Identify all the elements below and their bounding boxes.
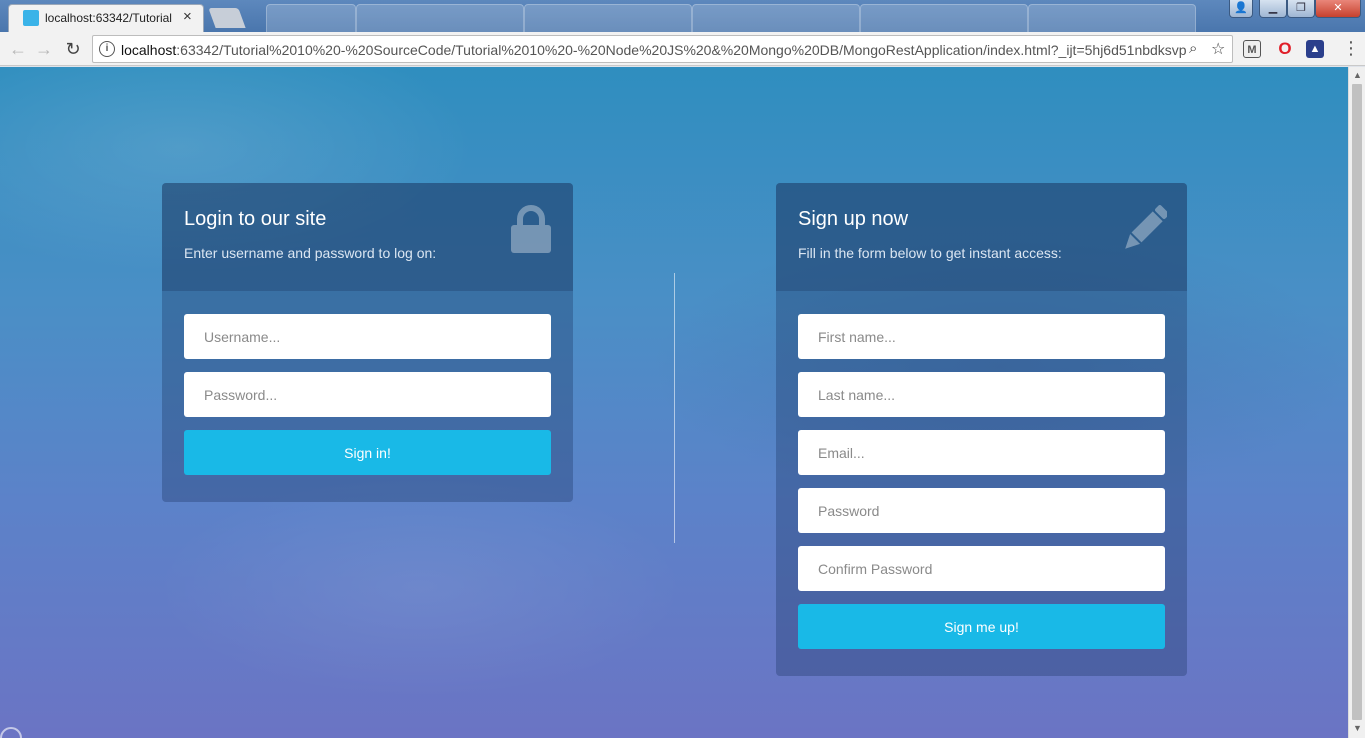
sign-up-button[interactable]: Sign me up! bbox=[798, 604, 1165, 649]
reload-button[interactable]: ↻ bbox=[60, 36, 86, 62]
browser-tab-background[interactable] bbox=[266, 4, 356, 32]
signup-password-input[interactable] bbox=[798, 488, 1165, 533]
email-input[interactable] bbox=[798, 430, 1165, 475]
browser-toolbar: ← → ↻ i localhost:63342/Tutorial%2010%20… bbox=[0, 32, 1365, 66]
scroll-up-icon[interactable]: ▲ bbox=[1353, 70, 1362, 80]
maximize-button[interactable]: ❐ bbox=[1287, 0, 1315, 18]
tab-close-icon[interactable]: × bbox=[183, 8, 192, 26]
bookmark-star-icon[interactable]: ☆ bbox=[1211, 39, 1225, 59]
username-input[interactable] bbox=[184, 314, 551, 359]
url-host: localhost bbox=[121, 42, 177, 58]
signup-subtitle: Fill in the form below to get instant ac… bbox=[798, 245, 1062, 261]
url-path: :63342/Tutorial%2010%20-%20SourceCode/Tu… bbox=[176, 42, 1186, 58]
profile-icon[interactable]: 👤 bbox=[1229, 0, 1253, 18]
login-title: Login to our site bbox=[184, 208, 327, 230]
scrollbar-thumb[interactable] bbox=[1352, 84, 1362, 720]
login-form-body: Sign in! bbox=[162, 291, 573, 502]
tab-title: localhost:63342/Tutorial bbox=[45, 11, 172, 25]
lock-icon bbox=[511, 205, 551, 253]
browser-tabstrip: localhost:63342/Tutorial × 👤 ▁ ❐ ✕ bbox=[0, 0, 1365, 32]
browser-tab-active[interactable]: localhost:63342/Tutorial × bbox=[8, 4, 204, 32]
address-bar[interactable]: i localhost:63342/Tutorial%2010%20-%20So… bbox=[92, 35, 1233, 63]
extension-icon[interactable]: ▲ bbox=[1306, 40, 1324, 58]
favicon-icon bbox=[23, 10, 39, 26]
browser-menu-icon[interactable]: ⋮ bbox=[1342, 38, 1360, 59]
login-subtitle: Enter username and password to log on: bbox=[184, 245, 437, 261]
signup-form-body: Sign me up! bbox=[776, 291, 1187, 676]
url-text[interactable]: localhost:63342/Tutorial%2010%20-%20Sour… bbox=[121, 42, 1186, 58]
first-name-input[interactable] bbox=[798, 314, 1165, 359]
login-form-header: Login to our site Enter username and pas… bbox=[162, 183, 573, 291]
close-window-button[interactable]: ✕ bbox=[1315, 0, 1361, 18]
browser-tab-background[interactable] bbox=[1028, 4, 1196, 32]
browser-tab-background[interactable] bbox=[524, 4, 692, 32]
back-button[interactable]: ← bbox=[5, 36, 31, 62]
sign-in-button[interactable]: Sign in! bbox=[184, 430, 551, 475]
signup-form-box: Sign up now Fill in the form below to ge… bbox=[776, 183, 1187, 676]
browser-tab-background[interactable] bbox=[356, 4, 524, 32]
browser-tab-background[interactable] bbox=[860, 4, 1028, 32]
login-form-box: Login to our site Enter username and pas… bbox=[162, 183, 573, 502]
pencil-icon bbox=[1125, 205, 1167, 249]
forward-button[interactable]: → bbox=[31, 36, 57, 62]
signup-title: Sign up now bbox=[798, 208, 909, 230]
form-divider bbox=[674, 273, 675, 543]
page-viewport: Login to our site Enter username and pas… bbox=[0, 67, 1348, 738]
zoom-icon[interactable]: ⌕ bbox=[1189, 40, 1197, 57]
page-scrollbar[interactable]: ▲ ▼ bbox=[1348, 67, 1365, 738]
last-name-input[interactable] bbox=[798, 372, 1165, 417]
minimize-button[interactable]: ▁ bbox=[1259, 0, 1287, 18]
signup-form-header: Sign up now Fill in the form below to ge… bbox=[776, 183, 1187, 291]
extension-icon[interactable]: M bbox=[1243, 40, 1261, 58]
password-input[interactable] bbox=[184, 372, 551, 417]
browser-tab-background[interactable] bbox=[692, 4, 860, 32]
info-icon[interactable]: i bbox=[99, 41, 115, 57]
scroll-down-icon[interactable]: ▼ bbox=[1353, 723, 1362, 733]
confirm-password-input[interactable] bbox=[798, 546, 1165, 591]
opera-extension-icon[interactable]: O bbox=[1276, 40, 1294, 58]
new-tab-button[interactable] bbox=[208, 8, 246, 28]
